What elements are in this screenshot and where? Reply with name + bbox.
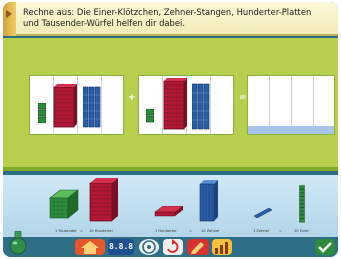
ten-rods [192,83,210,130]
addend-card-2[interactable] [138,75,234,135]
hundred-plate[interactable] [153,206,185,220]
ones-blocks [146,109,154,123]
label-hundreds-10: 10 Hunderter [89,229,114,233]
label-thousand: 1 Tausender [55,229,77,233]
label-hundred: 1 Hunderter [155,229,177,233]
instruction-text: Rechne aus: Die Einer-Klötzchen, Zehner-… [23,7,312,28]
ones-blocks [38,103,46,123]
play-audio-tab[interactable] [3,2,16,36]
question-icon [142,240,156,254]
app-frame: Rechne aus: Die Einer-Klötzchen, Zehner-… [3,2,338,257]
bottom-toolbar: 8.8.8 [3,231,338,257]
checkmark-icon [318,242,332,253]
pencil-icon [191,242,204,254]
result-drop-area[interactable] [247,75,335,135]
label-ones-10: 10 Einer [294,229,309,233]
potion-flask-icon[interactable] [7,231,29,255]
rotate-icon [167,239,179,253]
progress-button[interactable] [212,239,232,255]
workspace: + = [3,38,338,171]
hundred-plates-stack-large[interactable] [89,178,119,222]
check-button[interactable] [315,239,335,255]
block-tray: 1 Tausender = 10 Hunderter 1 Hunderter =… [3,175,338,237]
digital-display-button[interactable]: 8.8.8 [108,239,134,255]
bar-chart-icon [215,242,228,254]
instruction-banner: Rechne aus: Die Einer-Klötzchen, Zehner-… [3,2,338,36]
hundred-plates-stack [53,84,77,128]
label-ten: 1 Zehner [253,229,270,233]
label-equals-2: = [189,229,193,233]
label-tens-10: 10 Zehner [201,229,220,233]
tool-button[interactable] [187,239,209,255]
label-equals-1: = [80,229,84,233]
plus-sign: + [128,93,136,103]
ones-column[interactable] [299,185,305,223]
ten-rods [83,86,101,128]
home-button[interactable] [75,239,105,255]
label-equals-3: = [279,229,283,233]
equals-sign: = [239,93,247,103]
result-base-bar [248,126,334,134]
thousand-cube[interactable] [48,188,80,220]
help-button[interactable] [139,239,159,255]
ten-rod[interactable] [253,208,273,218]
addend-card-1[interactable] [29,75,124,135]
ten-rods-stack[interactable] [199,180,219,222]
reset-button[interactable] [163,239,183,255]
hundred-plates-stack [163,78,187,130]
house-icon [81,241,99,254]
